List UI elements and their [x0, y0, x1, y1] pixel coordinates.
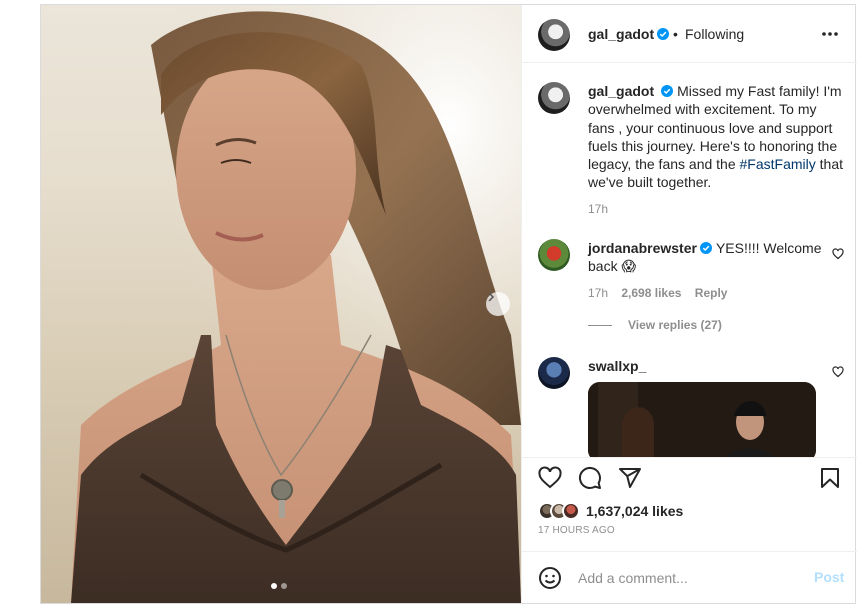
comment-input[interactable] — [578, 567, 798, 589]
header-separator: • — [673, 26, 678, 42]
caption-author-avatar[interactable] — [538, 82, 570, 114]
post-details-panel: gal_gadot • Following gal_gadot Missed my… — [521, 5, 857, 603]
comment: swallxp_ — [588, 357, 828, 375]
comment: jordanabrewster YES!!!! Welcome back 😱 17… — [588, 239, 828, 302]
hashtag-link[interactable]: #FastFamily — [740, 156, 816, 172]
heart-icon[interactable] — [832, 248, 844, 260]
share-icon[interactable] — [618, 466, 642, 490]
caption-username[interactable]: gal_gadot — [588, 83, 654, 99]
post-comment-button[interactable]: Post — [814, 569, 844, 585]
post-timestamp[interactable]: 17 HOURS AGO — [538, 525, 615, 536]
post-photo — [41, 5, 521, 603]
carousel-dot — [281, 583, 287, 589]
gif-preview — [588, 382, 816, 457]
likes-count[interactable]: 1,637,024 likes — [586, 503, 683, 519]
heart-icon[interactable] — [832, 366, 844, 378]
bookmark-icon[interactable] — [818, 466, 842, 490]
verified-icon — [699, 242, 712, 254]
post-actions: 1,637,024 likes 17 HOURS AGO — [522, 457, 857, 551]
comment-timestamp[interactable]: 17h — [588, 286, 608, 300]
carousel-next-button[interactable] — [486, 292, 510, 316]
following-button[interactable]: Following — [685, 26, 744, 42]
author-name[interactable]: gal_gadot — [588, 26, 670, 42]
comment-gif-attachment[interactable] — [588, 382, 816, 457]
heart-icon[interactable] — [538, 466, 562, 490]
post-header: gal_gadot • Following — [522, 5, 857, 63]
view-replies-label[interactable]: View replies (27) — [628, 318, 722, 332]
comment-username[interactable]: swallxp_ — [588, 358, 646, 374]
author-username[interactable]: gal_gadot — [588, 26, 654, 42]
carousel-indicator — [271, 583, 287, 589]
commenter-avatar[interactable] — [538, 357, 570, 389]
comment-composer: Post — [522, 551, 857, 603]
caption-timestamp[interactable]: 17h — [588, 200, 843, 218]
carousel-dot-active — [271, 583, 277, 589]
replies-divider — [588, 325, 612, 327]
comment-username[interactable]: jordanabrewster — [588, 240, 697, 256]
caption: gal_gadot Missed my Fast family! I'm over… — [588, 82, 843, 218]
instagram-post-card: gal_gadot • Following gal_gadot Missed my… — [40, 4, 857, 604]
commenter-avatar[interactable] — [538, 239, 570, 271]
comment-meta: 17h 2,698 likes Reply — [588, 284, 828, 302]
post-media[interactable] — [41, 5, 521, 603]
comment-likes[interactable]: 2,698 likes — [621, 286, 681, 300]
view-replies-button[interactable]: View replies (27) — [588, 318, 722, 332]
emoji-icon[interactable] — [538, 566, 562, 590]
comment-icon[interactable] — [578, 466, 602, 490]
comments-section[interactable]: gal_gadot Missed my Fast family! I'm over… — [522, 64, 857, 457]
more-options-icon[interactable] — [820, 24, 840, 44]
likes-summary[interactable]: 1,637,024 likes — [538, 500, 683, 522]
author-avatar[interactable] — [538, 19, 570, 51]
verified-icon — [661, 85, 674, 97]
chevron-right-icon — [488, 292, 495, 302]
verified-icon — [657, 28, 670, 40]
reply-button[interactable]: Reply — [695, 286, 728, 300]
liker-avatar — [562, 502, 580, 520]
